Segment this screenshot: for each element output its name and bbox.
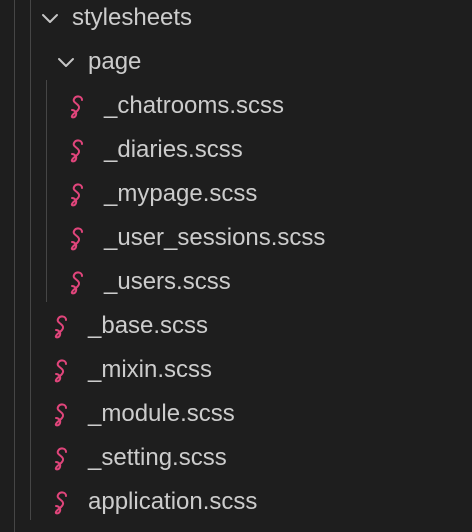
file-label: _diaries.scss [104, 136, 243, 163]
chevron-down-icon [42, 14, 58, 23]
sass-icon [54, 447, 67, 471]
tree-file[interactable]: application.scss [0, 480, 472, 524]
tree-folder-stylesheets[interactable]: stylesheets [0, 0, 472, 40]
file-label: application.scss [88, 488, 258, 515]
tree-file[interactable]: _mypage.scss [0, 172, 472, 216]
file-label: _mixin.scss [88, 356, 213, 383]
file-label: _module.scss [88, 400, 235, 427]
tree-file[interactable]: _diaries.scss [0, 128, 472, 172]
file-label: _chatrooms.scss [104, 92, 285, 119]
tree-file[interactable]: _user_sessions.scss [0, 216, 472, 260]
tree-file[interactable]: _chatrooms.scss [0, 84, 472, 128]
file-explorer-tree: stylesheets page _chatrooms.scss _diarie… [0, 0, 472, 532]
file-label: _base.scss [88, 312, 209, 339]
tree-file[interactable]: _setting.scss [0, 436, 472, 480]
folder-label: stylesheets [72, 4, 193, 31]
tree-file[interactable]: _mixin.scss [0, 348, 472, 392]
sass-icon [54, 403, 67, 427]
file-label: _setting.scss [88, 444, 227, 471]
sass-icon [70, 227, 83, 251]
chevron-down-icon [58, 58, 74, 67]
tree-folder-page[interactable]: page [0, 40, 472, 84]
folder-label: page [88, 48, 142, 75]
file-label: _user_sessions.scss [104, 224, 326, 251]
tree-file[interactable]: _base.scss [0, 304, 472, 348]
file-label: _mypage.scss [104, 180, 258, 207]
sass-icon [54, 315, 67, 339]
sass-icon [54, 491, 67, 515]
sass-icon [54, 359, 67, 383]
file-label: _users.scss [104, 268, 231, 295]
sass-icon [70, 271, 83, 295]
sass-icon [70, 183, 83, 207]
tree-file[interactable]: _users.scss [0, 260, 472, 304]
sass-icon [70, 139, 83, 163]
sass-icon [70, 95, 83, 119]
tree-file[interactable]: _module.scss [0, 392, 472, 436]
